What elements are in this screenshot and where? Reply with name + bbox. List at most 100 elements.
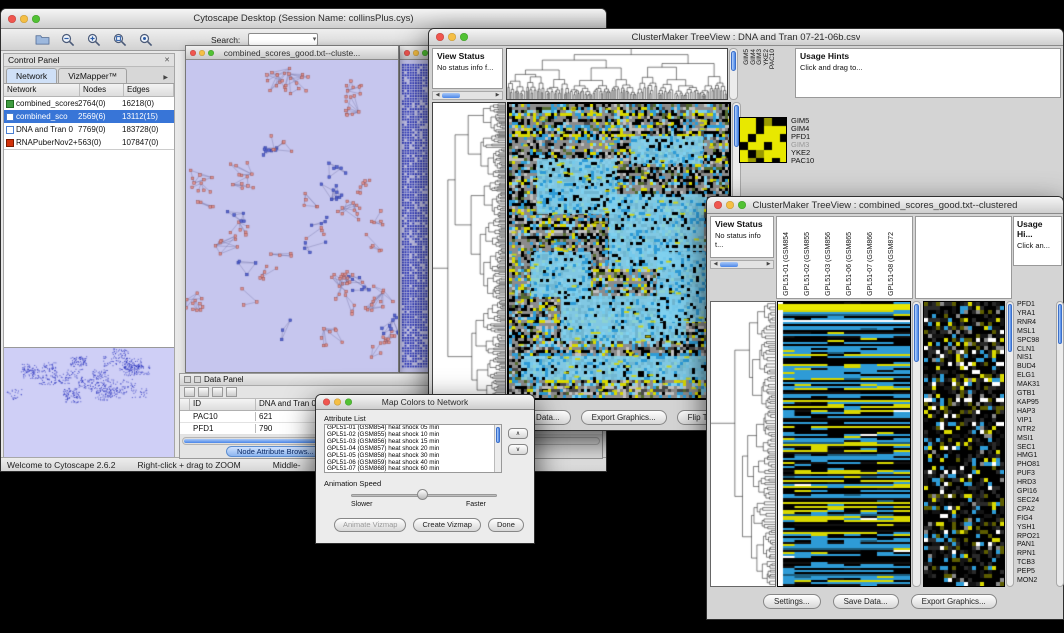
scroll-thumb[interactable] <box>442 93 460 98</box>
tree-h-scrollbar[interactable]: ◀ ▶ <box>710 260 774 269</box>
column-label[interactable]: GPL51-01 (GSM854 <box>783 232 790 296</box>
gene-label[interactable]: HRD3 <box>1017 479 1055 488</box>
column-label[interactable]: GPL51-08 (GSM872 <box>888 232 895 296</box>
node-attribute-browser-tab[interactable]: Node Attribute Brows... <box>226 446 325 457</box>
dendrogram-v-scrollbar[interactable] <box>729 48 738 100</box>
column-label[interactable]: GIM3 <box>756 49 763 65</box>
export-graphics-button[interactable]: Export Graphics... <box>911 594 997 609</box>
network-view-window[interactable]: combined_scores_good.txt--cluste... <box>185 45 399 373</box>
column-header-nodes[interactable]: Nodes <box>80 84 124 96</box>
attribute-list-scrollbar[interactable] <box>494 425 501 472</box>
heatmap-v-scrollbar[interactable] <box>912 301 921 587</box>
close-button[interactable] <box>8 15 16 23</box>
row-dendrogram-canvas[interactable] <box>710 301 776 587</box>
column-label[interactable]: PAC10 <box>769 49 776 69</box>
gene-label[interactable]: PAN1 <box>1017 541 1055 550</box>
column-label[interactable]: GIM5 <box>743 49 750 65</box>
secondary-heatmap-v-scrollbar[interactable] <box>1006 301 1014 587</box>
gene-label[interactable]: RPO21 <box>1017 533 1055 542</box>
zoom-selected-icon[interactable] <box>137 32 155 48</box>
gene-label[interactable]: BUD4 <box>1017 363 1055 372</box>
titlebar[interactable]: combined_scores_good.txt--cluste... <box>186 46 398 60</box>
gene-label[interactable]: TCB3 <box>1017 559 1055 568</box>
gene-label[interactable]: NTR2 <box>1017 426 1055 435</box>
mini-heatmap-canvas[interactable] <box>739 117 787 163</box>
minimize-button[interactable] <box>413 50 419 56</box>
open-file-icon[interactable] <box>33 32 51 48</box>
column-label[interactable]: GPL51-06 (GSM865 <box>846 232 853 296</box>
attribute-matrix-icon[interactable] <box>226 387 237 397</box>
gene-labels-v-scrollbar[interactable] <box>1056 301 1064 587</box>
gene-label[interactable]: GPI16 <box>1017 488 1055 497</box>
attribute-list-item[interactable]: GPL51-07 (GSM868) heat shock 60 min <box>325 466 494 473</box>
tab-network[interactable]: Network <box>6 68 57 83</box>
zoom-button[interactable] <box>345 399 352 406</box>
gene-label[interactable]: ELG1 <box>1017 372 1055 381</box>
minimize-button[interactable] <box>726 201 734 209</box>
tab-overflow-icon[interactable]: ▶ <box>159 72 172 83</box>
zoom-button[interactable] <box>32 15 40 23</box>
scroll-left-icon[interactable]: ◀ <box>711 261 720 268</box>
close-button[interactable] <box>190 50 196 56</box>
scroll-thumb[interactable] <box>720 262 738 267</box>
titlebar[interactable]: ClusterMaker TreeView : DNA and Tran 07-… <box>429 29 1063 46</box>
treeview-combined-window[interactable]: ClusterMaker TreeView : combined_scores_… <box>706 196 1064 620</box>
column-label[interactable]: GPL51-02 (GSM855 <box>804 232 811 296</box>
create-attribute-icon[interactable] <box>198 387 209 397</box>
network-list-row[interactable]: combined_sco2569(6)13112(15) <box>4 110 174 123</box>
move-up-button[interactable]: ∧ <box>508 428 528 439</box>
done-button[interactable]: Done <box>488 518 524 532</box>
scroll-thumb[interactable] <box>731 51 736 71</box>
minimize-button[interactable] <box>20 15 28 23</box>
network-canvas[interactable] <box>186 60 398 372</box>
close-icon[interactable]: ✕ <box>164 56 170 64</box>
gene-label[interactable]: PUF3 <box>1017 470 1055 479</box>
gene-label[interactable]: NIS1 <box>1017 354 1055 363</box>
close-button[interactable] <box>323 399 330 406</box>
gene-label[interactable]: CLN1 <box>1017 346 1055 355</box>
scroll-left-icon[interactable]: ◀ <box>433 92 442 99</box>
column-header-edges[interactable]: Edges <box>124 84 174 96</box>
zoom-button[interactable] <box>738 201 746 209</box>
network-overview-thumbnail[interactable] <box>4 347 174 458</box>
move-down-button[interactable]: ∨ <box>508 444 528 455</box>
scroll-right-icon[interactable]: ▶ <box>764 261 773 268</box>
gene-label[interactable]: VIP1 <box>1017 417 1055 426</box>
column-header-id[interactable]: ID <box>190 399 256 410</box>
zoom-fit-icon[interactable] <box>111 32 129 48</box>
tab-vizmapper[interactable]: VizMapper™ <box>58 68 127 83</box>
close-button[interactable] <box>436 33 444 41</box>
gene-label[interactable]: PEP5 <box>1017 568 1055 577</box>
gene-label[interactable]: HMG1 <box>1017 452 1055 461</box>
titlebar[interactable]: Cytoscape Desktop (Session Name: collins… <box>1 9 606 29</box>
gene-label[interactable]: PFD1 <box>1017 301 1055 310</box>
gene-label[interactable]: MON2 <box>1017 577 1055 586</box>
attribute-list[interactable]: GPL51-01 (GSM854) heat shock 05 minGPL51… <box>324 424 502 473</box>
gene-label[interactable]: MAK31 <box>1017 381 1055 390</box>
gene-label[interactable]: FIG4 <box>1017 515 1055 524</box>
minimize-button[interactable] <box>334 399 341 406</box>
row-dendrogram-canvas[interactable] <box>432 102 506 398</box>
heatmap-canvas[interactable] <box>777 301 911 587</box>
gene-label[interactable]: RNR4 <box>1017 319 1055 328</box>
gene-label[interactable]: SEC1 <box>1017 444 1055 453</box>
secondary-heatmap-canvas[interactable] <box>923 301 1005 587</box>
gene-label[interactable]: RPN1 <box>1017 550 1055 559</box>
save-data-button[interactable]: Save Data... <box>833 594 899 609</box>
gene-label[interactable]: MSL1 <box>1017 328 1055 337</box>
network-list-row[interactable]: combined_scores2764(0)16218(0) <box>4 97 174 110</box>
zoom-button[interactable] <box>208 50 214 56</box>
column-label[interactable]: GPL51-07 (GSM866 <box>867 232 874 296</box>
close-panel-icon[interactable] <box>194 376 201 383</box>
delete-attribute-icon[interactable] <box>212 387 223 397</box>
column-header-network[interactable]: Network <box>4 84 80 96</box>
gene-label[interactable]: SPC98 <box>1017 337 1055 346</box>
select-attributes-icon[interactable] <box>184 387 195 397</box>
scroll-thumb[interactable] <box>1008 304 1012 352</box>
close-button[interactable] <box>404 50 410 56</box>
scroll-thumb[interactable] <box>1058 304 1062 344</box>
map-colors-dialog[interactable]: Map Colors to Network Attribute List GPL… <box>315 394 535 544</box>
tree-h-scrollbar[interactable]: ◀ ▶ <box>432 91 503 100</box>
network-list-row[interactable]: RNAPuberNov2+563(0)107847(0) <box>4 136 174 149</box>
zoom-button[interactable] <box>460 33 468 41</box>
